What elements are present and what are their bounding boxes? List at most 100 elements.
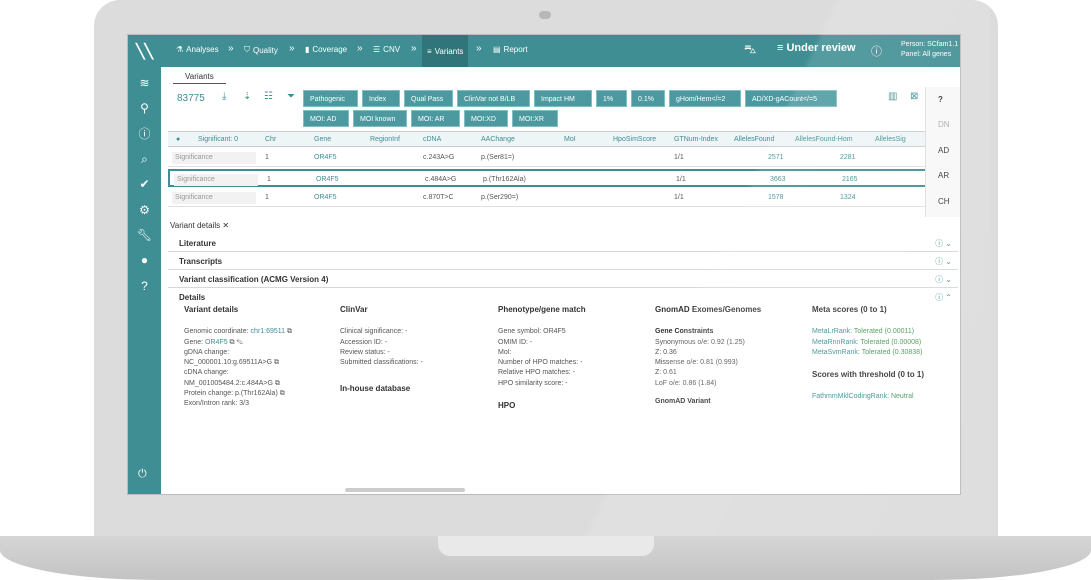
filter-button[interactable]: MOI known: [353, 110, 407, 127]
filter-button[interactable]: 1%: [596, 90, 627, 107]
sidebar: ╲╲ ≋ ⚲ ⓘ ⌕ ✔ ⚙ 🔧︎ ● ? ⏻: [128, 35, 161, 494]
info-icon[interactable]: ⓘ: [871, 43, 882, 59]
filter-button[interactable]: Pathogenic: [303, 90, 358, 107]
filter-button[interactable]: MOI: AD: [303, 110, 349, 127]
filter-button[interactable]: AD/XD-gACount</=5: [745, 90, 837, 107]
export-icon[interactable]: ⇣: [243, 91, 251, 102]
edit-icon[interactable]: ✎: [237, 339, 243, 346]
alert-icon[interactable]: ⓘ: [134, 126, 155, 142]
moi-option-ad[interactable]: AD: [938, 146, 949, 155]
gene-link[interactable]: OR4F5: [205, 339, 228, 346]
app-logo[interactable]: ╲╲: [128, 35, 161, 67]
user-icon[interactable]: ●: [134, 252, 155, 268]
copy-icon[interactable]: ⧉: [274, 359, 279, 366]
person-walk-icon[interactable]: ⚲: [134, 100, 155, 116]
columns-icon[interactable]: ▥: [888, 91, 897, 102]
filter-button[interactable]: MOI:XR: [512, 110, 558, 127]
phenotype-line: Gene symbol: OR4F5: [498, 328, 566, 336]
filter-button[interactable]: ClinVar not B/LB: [457, 90, 530, 107]
card-phenotype: Phenotype/gene match Gene symbol: OR4F5 …: [498, 305, 628, 415]
accordion-details[interactable]: Details ⓘ ⌃: [168, 289, 958, 306]
copy-icon[interactable]: ⧉: [287, 328, 292, 335]
crumb-coverage[interactable]: ▮ Coverage: [305, 45, 347, 54]
app-screen: ╲╲ ≋ ⚲ ⓘ ⌕ ✔ ⚙ 🔧︎ ● ? ⏻ ⚗ Analyses » ⛉ Qua…: [127, 34, 961, 495]
table-row[interactable]: Significance 1 OR4F5 c.484A>G p.(Thr162Ala) 1…: [168, 169, 928, 187]
accordion-acmg[interactable]: Variant classification (ACMG Version 4) ⓘ…: [168, 271, 958, 288]
significance-select[interactable]: Significance: [174, 174, 258, 186]
crumb-cnv[interactable]: ☰ CNV: [373, 45, 400, 54]
grid-off-icon[interactable]: ⊠: [910, 91, 918, 102]
filter-button[interactable]: 0.1%: [631, 90, 665, 107]
col-gene[interactable]: Gene: [314, 136, 331, 143]
copy-icon[interactable]: ⧉: [280, 390, 285, 397]
cell-aachange: p.(Ser290=): [481, 194, 519, 201]
filter-button[interactable]: gHom/Hem</=2: [669, 90, 741, 107]
cell-allelesfound: 1578: [768, 194, 784, 201]
gnomad-line: Missense o/e: 0.81 (0.993): [655, 359, 738, 367]
hpo-title: HPO: [498, 401, 516, 411]
filter-button[interactable]: Index: [362, 90, 400, 107]
wrench-icon[interactable]: 🔧︎: [134, 227, 155, 243]
review-status[interactable]: ≡ Under review: [777, 42, 856, 54]
crumb-variants[interactable]: ≡ Variants: [422, 35, 469, 67]
cell-aachange: p.(Thr162Ala): [483, 176, 526, 183]
close-icon[interactable]: ✕: [222, 221, 229, 230]
filter-settings-icon[interactable]: ⏷: [287, 91, 295, 102]
card-title: Meta scores (0 to 1): [812, 305, 887, 314]
cell-allelesfound-hom: 2165: [842, 176, 858, 183]
search-icon[interactable]: ⌕: [134, 151, 155, 167]
col-moi[interactable]: MoI: [564, 136, 576, 143]
cell-gene[interactable]: OR4F5: [316, 176, 339, 183]
col-significant[interactable]: Significant: 0: [198, 136, 238, 143]
significance-select[interactable]: Significance: [172, 152, 256, 164]
filter-button[interactable]: Impact HM: [534, 90, 592, 107]
accordion-literature[interactable]: Literature ⓘ ⌄: [168, 235, 958, 252]
layers-icon[interactable]: ≋: [134, 75, 155, 91]
accordion-label: Details: [179, 293, 206, 302]
list-settings-icon[interactable]: ☷: [264, 91, 273, 102]
tab-variant-details[interactable]: Variant details ✕: [170, 221, 229, 230]
col-allelesfound-hom[interactable]: AllelesFound-Hom: [795, 136, 853, 143]
crumb-report[interactable]: ▤ Report: [493, 45, 528, 54]
horizontal-scrollbar[interactable]: [345, 488, 465, 492]
col-regioninf[interactable]: RegionInf: [370, 136, 400, 143]
col-allelessig[interactable]: AllelesSig: [875, 136, 906, 143]
crumb-analyses[interactable]: ⚗ Analyses: [176, 45, 219, 54]
tab-variants[interactable]: Variants: [173, 72, 226, 84]
moi-option-dn[interactable]: DN: [938, 120, 950, 129]
col-cdna[interactable]: cDNA: [423, 136, 441, 143]
col-gtnum-index[interactable]: GTNum-Index: [674, 136, 718, 143]
copy-icon[interactable]: ⧉: [230, 339, 235, 346]
cell-allelesfound: 3663: [770, 176, 786, 183]
crumb-quality[interactable]: ⛉ Quality: [244, 45, 278, 55]
col-aachange[interactable]: AAChange: [481, 136, 515, 143]
cell-gene[interactable]: OR4F5: [314, 194, 337, 201]
col-allelesfound[interactable]: AllelesFound: [734, 136, 774, 143]
bar-chart-icon: ▮: [305, 45, 310, 54]
fathmm-value: Neutral: [890, 393, 914, 401]
cell-gene[interactable]: OR4F5: [314, 154, 337, 161]
meta-value: Tolerated (0.00008): [860, 338, 922, 346]
download-icon[interactable]: ⤓: [222, 91, 226, 102]
genomic-link[interactable]: chr1:69511: [251, 328, 286, 335]
gear-icon[interactable]: ⚙: [134, 202, 155, 218]
col-hposimscore[interactable]: HpoSimScore: [613, 136, 656, 143]
help-icon[interactable]: ?: [938, 95, 943, 104]
table-row[interactable]: Significance 1 OR4F5 c.243A>G p.(Ser81=) 1/1 2…: [168, 149, 928, 167]
filter-button[interactable]: MOI:XD: [464, 110, 508, 127]
table-row[interactable]: Significance 1 OR4F5 c.870T>C p.(Ser290=) 1/1…: [168, 189, 928, 207]
col-chr[interactable]: Chr: [265, 136, 276, 143]
filter-button[interactable]: MOI: AR: [411, 110, 460, 127]
moi-option-ar[interactable]: AR: [938, 171, 949, 180]
copy-icon[interactable]: ⧉: [275, 380, 280, 387]
moi-option-ch[interactable]: CH: [938, 197, 950, 206]
power-icon[interactable]: ⏻: [138, 468, 147, 481]
help-icon[interactable]: ?: [134, 278, 155, 294]
card-clinvar: ClinVar Clinical significance: - Accessi…: [340, 305, 470, 415]
accordion-transcripts[interactable]: Transcripts ⓘ ⌄: [168, 253, 958, 270]
cell-chr: 1: [265, 154, 269, 161]
filter-button[interactable]: Qual Pass: [404, 90, 453, 107]
significance-select[interactable]: Significance: [172, 192, 256, 204]
basket-icon[interactable]: ⛍: [744, 42, 756, 58]
shield-check-icon[interactable]: ✔: [134, 176, 155, 192]
